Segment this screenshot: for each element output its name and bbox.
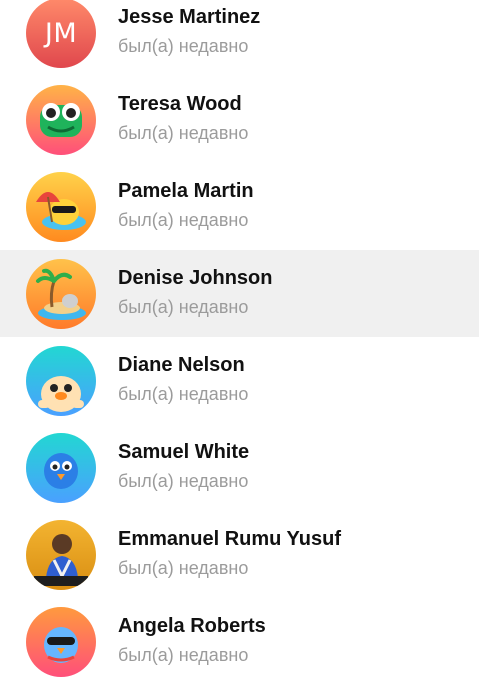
contact-row[interactable]: JM Jesse Martinez был(а) недавно	[0, 0, 479, 76]
user-photo	[34, 534, 88, 586]
avatar	[26, 607, 96, 677]
contact-row[interactable]: Denise Johnson был(а) недавно	[0, 250, 479, 337]
contact-status: был(а) недавно	[118, 36, 249, 56]
contact-row[interactable]: Angela Roberts был(а) недавно	[0, 598, 479, 685]
contact-name: Diane Nelson	[118, 354, 245, 376]
contact-name: Samuel White	[118, 441, 250, 463]
contact-row[interactable]: Diane Nelson был(а) недавно	[0, 337, 479, 424]
contact-name: Denise Johnson	[118, 267, 273, 289]
duck-sunglasses-umbrella-icon	[36, 192, 86, 230]
avatar	[26, 346, 96, 416]
contact-name: Jesse Martinez	[118, 6, 261, 28]
palm-island-duck-icon	[36, 268, 86, 320]
contact-name: Emmanuel Rumu Yusuf	[118, 528, 342, 550]
avatar	[26, 85, 96, 155]
avatar	[26, 520, 96, 590]
contact-status: был(а) недавно	[118, 297, 249, 317]
avatar: JM	[26, 0, 96, 68]
contact-name: Angela Roberts	[118, 615, 266, 637]
contact-list: JM Jesse Martinez был(а) недавно Teresa …	[0, 0, 479, 685]
contact-row[interactable]: Pamela Martin был(а) недавно	[0, 163, 479, 250]
contact-status: был(а) недавно	[118, 471, 249, 491]
duck-peeking-icon	[38, 376, 84, 412]
contact-row[interactable]: Emmanuel Rumu Yusuf был(а) недавно	[0, 511, 479, 598]
contact-status: был(а) недавно	[118, 558, 249, 578]
blue-bird-icon	[44, 453, 78, 489]
blue-bird-sunglasses-icon	[44, 627, 78, 663]
avatar	[26, 172, 96, 242]
contact-status: был(а) недавно	[118, 645, 249, 665]
contact-name: Pamela Martin	[118, 180, 254, 202]
contact-status: был(а) недавно	[118, 384, 249, 404]
contact-status: был(а) недавно	[118, 210, 249, 230]
avatar	[26, 259, 96, 329]
contact-row[interactable]: Samuel White был(а) недавно	[0, 424, 479, 511]
contact-status: был(а) недавно	[118, 123, 249, 143]
contact-name: Teresa Wood	[118, 93, 242, 115]
avatar-initials: JM	[44, 17, 78, 49]
avatar	[26, 433, 96, 503]
frog-sticker-icon	[40, 103, 82, 137]
contact-row[interactable]: Teresa Wood был(а) недавно	[0, 76, 479, 163]
